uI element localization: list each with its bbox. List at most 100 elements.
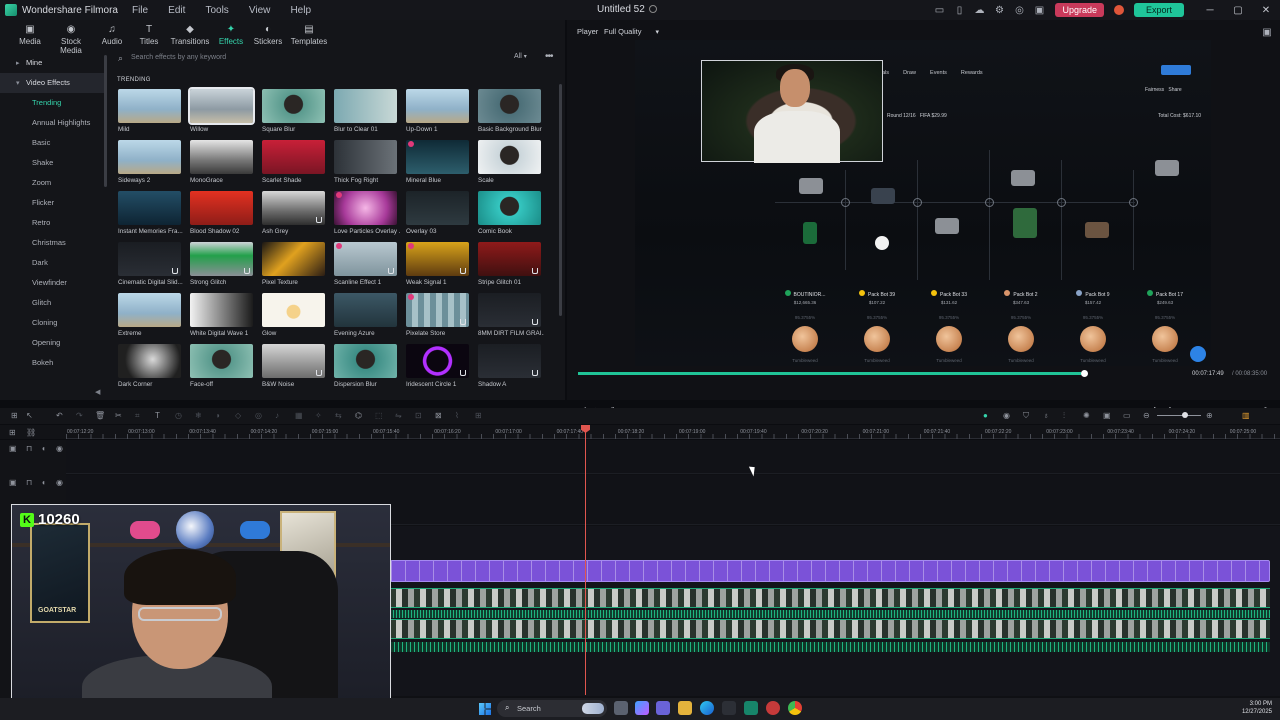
effect-card[interactable]: Overlay 03 [406,191,469,242]
track-lock-icon[interactable]: ⊓ [26,444,32,453]
gift-icon[interactable]: ▣ [1033,4,1045,16]
freeze-icon[interactable]: ❄ [195,411,202,420]
sidebar-item-bokeh[interactable]: Bokeh [0,353,104,373]
sidebar-item-glitch[interactable]: Glitch [0,293,104,313]
audio-waveform[interactable] [390,642,1270,652]
sidebar-item-retro[interactable]: Retro [0,213,104,233]
ai-assist-icon[interactable]: ✺ [1083,411,1090,420]
cloud-icon[interactable]: ☁ [973,4,985,16]
download-icon[interactable] [460,268,466,274]
effect-card[interactable]: Sideways 2 [118,140,181,191]
sidebar-item-cloning[interactable]: Cloning [0,313,104,333]
menu-tools[interactable]: Tools [205,5,228,16]
teams-icon[interactable] [656,701,670,715]
marker-icon[interactable]: ⊠ [435,411,442,420]
effect-card[interactable]: Willow [188,87,255,140]
link-icon[interactable]: ⛓ [26,428,36,437]
download-icon[interactable] [532,319,538,325]
download-icon[interactable] [460,319,466,325]
sidebar-item-flicker[interactable]: Flicker [0,193,104,213]
motion-icon[interactable]: ⇆ [335,411,342,420]
effect-card[interactable]: Cinematic Digital Slid... [118,242,183,293]
progress-knob[interactable] [1081,370,1088,377]
sidebar-item-annual-highlights[interactable]: Annual Highlights [0,113,104,133]
track-mute-icon[interactable]: ◖ [41,478,46,487]
track-lane[interactable] [66,440,1280,474]
sidebar-item-shake[interactable]: Shake [0,153,104,173]
video-viewer[interactable]: Deals Draw Events Rewards Fairness Share… [635,40,1211,366]
tab-audio[interactable]: ♫ Audio [94,20,130,48]
sidebar-scrollbar[interactable] [104,55,107,187]
playhead[interactable] [585,425,586,695]
undo-icon[interactable]: ↶ [56,411,63,420]
screen-icon[interactable]: ▭ [1123,411,1131,420]
more-options-icon[interactable]: ••• [545,51,553,62]
project-info-icon[interactable] [648,5,657,13]
minimize-icon[interactable]: ─ [1196,5,1224,16]
upgrade-button[interactable]: Upgrade [1055,3,1104,17]
effect-card[interactable]: White Digital Wave 1 [190,293,253,344]
audio-detach-icon[interactable]: ♪ [275,411,279,420]
menu-file[interactable]: File [132,5,148,16]
task-view-icon[interactable] [614,701,628,715]
audio-clip-purple[interactable] [390,560,1270,582]
tab-stock-media[interactable]: ◉ Stock Media [49,20,93,55]
select-tool-icon[interactable]: ↖ [26,411,33,420]
sidebar-item-basic[interactable]: Basic [0,133,104,153]
mirror-icon[interactable]: ⇋ [395,411,402,420]
effect-card[interactable]: Extreme [118,293,181,344]
effect-card[interactable]: Stripe Glitch 01 [478,242,541,293]
record-icon[interactable]: ◉ [1003,411,1010,420]
menu-edit[interactable]: Edit [168,5,185,16]
edge-icon[interactable] [700,701,714,715]
pip-icon[interactable]: ▣ [1103,411,1111,420]
audio-meter-icon[interactable]: ▥ [1242,411,1250,420]
sidebar-item-trending[interactable]: Trending [0,93,104,113]
effect-card[interactable]: Glow [262,293,325,344]
render-icon[interactable]: ● [983,411,988,420]
menu-view[interactable]: View [249,5,271,16]
file-icon[interactable]: ▯ [953,4,965,16]
filter-dropdown[interactable]: All ▾ [514,53,527,60]
transform-icon[interactable]: ⬚ [375,411,383,420]
library-scrollbar[interactable] [559,84,562,316]
avatar[interactable] [1113,5,1124,15]
delete-icon[interactable]: 🗑 [95,411,105,420]
effect-card[interactable]: Scarlet Shade [262,140,325,191]
speed-icon[interactable]: ◷ [175,411,182,420]
help-icon[interactable]: ◎ [1013,4,1025,16]
tab-titles[interactable]: T Titles [131,20,167,48]
download-icon[interactable] [244,268,250,274]
export-button[interactable]: Export [1133,3,1184,17]
effects-search[interactable]: ⌕ Search effects by any keyword [112,51,542,66]
layout-grid-icon[interactable]: ⊞ [11,411,18,420]
sidebar-item-zoom[interactable]: Zoom [0,173,104,193]
text-icon[interactable]: T [155,411,160,420]
download-icon[interactable] [532,268,538,274]
track-lock-icon[interactable]: ⊓ [26,478,32,487]
effect-card[interactable]: Dark Corner [118,344,181,395]
effect-card[interactable]: Mineral Blue [406,140,469,191]
silence-icon[interactable]: ⌬ [355,411,362,420]
effect-card[interactable]: Mild [118,89,181,140]
effect-card[interactable]: Face-off [190,344,253,395]
ai-icon[interactable]: ✧ [315,411,322,420]
crop-icon[interactable]: ⌗ [135,411,140,421]
sidebar-item-mine[interactable]: ▸ Mine [0,53,104,73]
stabilize-icon[interactable]: ▦ [295,411,303,420]
effect-card[interactable]: Ash Grey [262,191,325,242]
effect-card[interactable]: Up-Down 1 [406,89,469,140]
search-input[interactable]: Search effects by any keyword [131,54,226,61]
tab-effects[interactable]: ✦ Effects [213,20,249,48]
mic-icon[interactable]: ♁ [1043,411,1049,420]
effect-card[interactable]: Evening Azure [334,293,397,344]
layout-icon[interactable]: ▭ [933,4,945,16]
app-icon[interactable] [766,701,780,715]
playback-progress[interactable] [578,370,1088,377]
store-icon[interactable] [722,701,736,715]
effect-card[interactable]: Dispersion Blur [334,344,397,395]
split-icon[interactable]: ✂ [115,411,122,420]
sidebar-item-video-effects[interactable]: ▾ Video Effects [0,73,104,93]
keyframe-icon[interactable]: ◇ [235,411,241,420]
effect-card[interactable]: Basic Background Blur [478,89,542,140]
